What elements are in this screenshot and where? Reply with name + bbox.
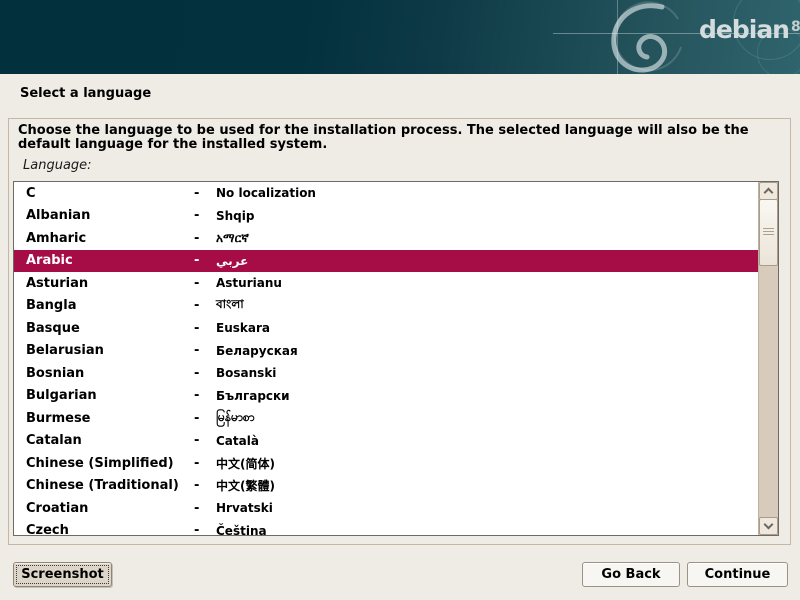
separator-dash: - — [194, 388, 216, 403]
language-translation: 中文(简体) — [216, 455, 759, 472]
language-row-croatian[interactable]: Croatian-Hrvatski — [14, 497, 759, 520]
language-translation: Shqip — [216, 209, 759, 223]
language-name: Asturian — [26, 276, 194, 291]
language-translation: Euskara — [216, 321, 759, 335]
language-translation: Беларуская — [216, 344, 759, 358]
language-name: Albanian — [26, 208, 194, 223]
language-row-bangla[interactable]: Bangla-বাংলা — [14, 295, 759, 318]
brand-logo-text: debian8 — [699, 15, 800, 44]
language-name: C — [26, 186, 194, 201]
separator-dash: - — [194, 478, 216, 493]
language-list: C-No localizationAlbanian-ShqipAmharic-አ… — [14, 182, 759, 535]
separator-dash: - — [194, 501, 216, 516]
language-row-bosnian[interactable]: Bosnian-Bosanski — [14, 362, 759, 385]
scrollbar[interactable] — [758, 182, 778, 535]
language-translation: አማርኛ — [216, 231, 759, 246]
language-name: Belarusian — [26, 343, 194, 358]
scrollbar-grip-icon — [763, 228, 774, 236]
separator-dash: - — [194, 231, 216, 246]
language-name: Bosnian — [26, 366, 194, 381]
language-translation: Bosanski — [216, 366, 759, 380]
language-name: Arabic — [26, 253, 194, 268]
language-translation: Català — [216, 434, 759, 448]
dialog-frame: Choose the language to be used for the i… — [8, 118, 791, 545]
separator-dash: - — [194, 208, 216, 223]
language-translation: မြန်မာစာ — [216, 409, 759, 427]
screenshot-button[interactable]: Screenshot — [13, 562, 112, 587]
language-name: Burmese — [26, 411, 194, 426]
language-row-bulgarian[interactable]: Bulgarian-Български — [14, 385, 759, 408]
language-name: Czech — [26, 523, 194, 535]
language-row-belarusian[interactable]: Belarusian-Беларуская — [14, 340, 759, 363]
language-listbox: C-No localizationAlbanian-ShqipAmharic-አ… — [13, 181, 779, 536]
language-row-asturian[interactable]: Asturian-Asturianu — [14, 272, 759, 295]
language-row-chinese-traditional-[interactable]: Chinese (Traditional)-中文(繁體) — [14, 475, 759, 498]
separator-dash: - — [194, 433, 216, 448]
language-name: Croatian — [26, 501, 194, 516]
chevron-up-icon — [764, 188, 774, 198]
language-name: Basque — [26, 321, 194, 336]
dialog-description: Choose the language to be used for the i… — [18, 124, 782, 152]
continue-button[interactable]: Continue — [687, 562, 788, 587]
page-title: Select a language — [20, 86, 151, 101]
separator-dash: - — [194, 523, 216, 535]
language-translation: Български — [216, 389, 759, 403]
debian-swirl-icon — [592, 1, 704, 73]
language-row-arabic[interactable]: Arabic-عربي — [14, 250, 759, 273]
language-row-albanian[interactable]: Albanian-Shqip — [14, 205, 759, 228]
separator-dash: - — [194, 456, 216, 471]
separator-dash: - — [194, 343, 216, 358]
language-row-chinese-simplified-[interactable]: Chinese (Simplified)-中文(简体) — [14, 452, 759, 475]
language-row-basque[interactable]: Basque-Euskara — [14, 317, 759, 340]
scroll-down-button[interactable] — [759, 517, 778, 535]
go-back-button[interactable]: Go Back — [582, 562, 680, 587]
brand-name: debian — [699, 15, 789, 44]
language-row-c[interactable]: C-No localization — [14, 182, 759, 205]
language-translation: No localization — [216, 186, 759, 200]
language-field-label: Language: — [23, 158, 92, 173]
scrollbar-thumb[interactable] — [759, 199, 778, 266]
separator-dash: - — [194, 186, 216, 201]
language-translation: বাংলা — [216, 296, 759, 316]
language-row-czech[interactable]: Czech-Čeština — [14, 520, 759, 536]
language-name: Catalan — [26, 433, 194, 448]
language-translation: Čeština — [216, 524, 759, 535]
language-name: Chinese (Traditional) — [26, 478, 194, 493]
language-name: Chinese (Simplified) — [26, 456, 194, 471]
language-translation: Asturianu — [216, 276, 759, 290]
separator-dash: - — [194, 411, 216, 426]
language-row-catalan[interactable]: Catalan-Català — [14, 430, 759, 453]
separator-dash: - — [194, 276, 216, 291]
separator-dash: - — [194, 321, 216, 336]
language-name: Bulgarian — [26, 388, 194, 403]
scroll-up-button[interactable] — [759, 182, 778, 200]
separator-dash: - — [194, 366, 216, 381]
separator-dash: - — [194, 298, 216, 313]
version-badge: 8 — [791, 19, 800, 35]
language-name: Bangla — [26, 298, 194, 313]
language-translation: Hrvatski — [216, 501, 759, 515]
language-translation: عربي — [216, 254, 759, 268]
language-row-burmese[interactable]: Burmese-မြန်မာစာ — [14, 407, 759, 430]
chevron-down-icon — [764, 520, 774, 530]
language-name: Amharic — [26, 231, 194, 246]
header-banner: debian8 — [0, 0, 800, 74]
language-translation: 中文(繁體) — [216, 477, 759, 494]
separator-dash: - — [194, 253, 216, 268]
language-row-amharic[interactable]: Amharic-አማርኛ — [14, 227, 759, 250]
